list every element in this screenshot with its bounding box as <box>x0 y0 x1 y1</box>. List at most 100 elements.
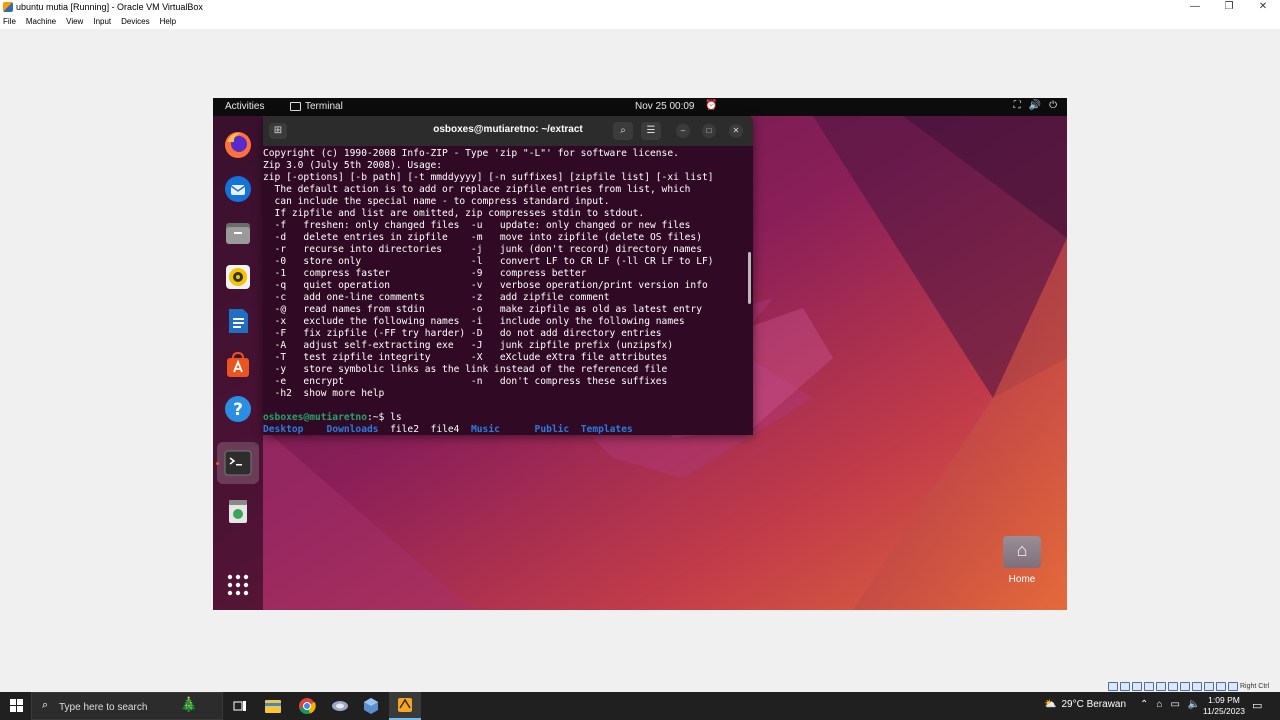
dock-thunderbird[interactable] <box>221 172 254 205</box>
ls-entry: Templates <box>580 424 633 435</box>
notification-icon[interactable]: ▭ <box>1252 699 1262 712</box>
files-icon <box>225 222 250 244</box>
display-status-icon[interactable] <box>1180 682 1190 691</box>
window-controls: — ❐ ✕ <box>1178 0 1280 15</box>
weather-text: 29°C Berawan <box>1061 699 1127 710</box>
keyboard-status-icon[interactable] <box>1228 682 1238 691</box>
menu-help[interactable]: Help <box>160 15 176 29</box>
terminal-scrollbar[interactable] <box>748 252 751 304</box>
guest-screen[interactable]: Activities Terminal Nov 25 00:09 ⏰ ⛶ 🔊 ⏻ <box>213 98 1067 610</box>
app-menu-terminal[interactable]: Terminal <box>290 101 343 112</box>
ls-output-line: Desktop Downloads file2 file4 Music Publ… <box>263 424 747 435</box>
running-indicator <box>216 462 219 465</box>
terminal-line: -A adjust self-extracting exe -J junk zi… <box>263 340 674 351</box>
minimize-button[interactable]: — <box>1178 0 1212 15</box>
ubuntu-dock: ? <box>213 116 263 610</box>
hdd-status-icon[interactable] <box>1108 682 1118 691</box>
close-button[interactable]: ✕ <box>1246 0 1280 15</box>
taskbar-clock[interactable]: 1:09 PM 11/25/2023 <box>1201 695 1247 717</box>
volume-icon: 🔊 <box>1028 100 1042 111</box>
close-button[interactable]: ✕ <box>729 124 743 138</box>
system-tray[interactable]: ⛶ 🔊 ⏻ <box>1014 100 1057 111</box>
audio-status-icon[interactable] <box>1132 682 1142 691</box>
menu-input[interactable]: Input <box>93 15 111 29</box>
recording-status-icon[interactable] <box>1192 682 1202 691</box>
menu-machine[interactable]: Machine <box>26 15 56 29</box>
ls-entry: Public <box>534 424 570 435</box>
chrome-icon <box>299 698 316 715</box>
menu-devices[interactable]: Devices <box>121 15 149 29</box>
virtualbox-vm-icon <box>398 698 412 712</box>
taskbar-weather[interactable]: ⛅ 29°C Berawan <box>1044 699 1126 710</box>
terminal-headerbar[interactable]: ⊞ osboxes@mutiaretno: ~/extract ⌕ ☰ – □ … <box>263 116 753 146</box>
search-placeholder: Type here to search <box>59 702 148 713</box>
vbox-menubar: File Machine View Input Devices Help <box>0 15 1280 29</box>
search-highlight-icon: 🎄 <box>180 696 198 712</box>
activities-button[interactable]: Activities <box>225 101 264 112</box>
dock-app-center[interactable] <box>221 348 254 381</box>
vbox-titlebar: ubuntu mutia [Running] - Oracle VM Virtu… <box>0 0 1280 15</box>
dock-writer[interactable] <box>221 304 254 337</box>
terminal-line: zip [-options] [-b path] [-t mmddyyyy] [… <box>263 172 714 183</box>
minimize-button[interactable]: – <box>676 124 690 138</box>
mouse-status-icon[interactable] <box>1216 682 1226 691</box>
optical-status-icon[interactable] <box>1120 682 1130 691</box>
chevron-up-icon[interactable]: ⌃ <box>1140 699 1148 710</box>
dock-terminal[interactable] <box>217 442 259 484</box>
taskbar-search-box[interactable]: ⌕ Type here to search 🎄 <box>31 692 223 720</box>
windows-start-button[interactable] <box>10 699 23 712</box>
task-view-button[interactable] <box>230 696 250 716</box>
dock-firefox[interactable] <box>221 128 254 161</box>
terminal-line: -h2 show more help <box>263 388 385 399</box>
dock-help[interactable]: ? <box>221 392 254 425</box>
svg-text:?: ? <box>233 400 243 420</box>
taskbar-time: 1:09 PM <box>1208 695 1240 705</box>
menu-view[interactable]: View <box>66 15 83 29</box>
prompt-symbol: $ <box>378 412 391 423</box>
maximize-button[interactable]: ❐ <box>1212 0 1246 15</box>
desktop-home-folder[interactable]: Home <box>1000 536 1044 585</box>
taskbar-system-icons[interactable]: ⌃ ⌂ ▭ 🔈 <box>1140 699 1200 710</box>
cloudy-weather-icon: ⛅ <box>1044 699 1057 710</box>
menu-file[interactable]: File <box>3 15 16 29</box>
terminal-line: -0 store only -l convert LF to CR LF (-l… <box>263 256 714 267</box>
app-icon <box>332 701 348 711</box>
top-bar-clock[interactable]: Nov 25 00:09 <box>635 101 695 112</box>
ls-entry: file4 <box>430 424 460 435</box>
taskbar-virtualbox-vm[interactable] <box>389 692 421 720</box>
home-folder-label: Home <box>1008 574 1036 585</box>
terminal-line: -e encrypt -n don't compress these suffi… <box>263 376 668 387</box>
shared-folder-status-icon[interactable] <box>1168 682 1178 691</box>
taskbar-app-visualizer[interactable] <box>330 696 350 716</box>
host-key-label: Right Ctrl <box>1240 683 1270 690</box>
ls-entry: Downloads <box>326 424 379 435</box>
taskbar-file-explorer[interactable] <box>263 696 283 716</box>
show-apps-icon <box>227 574 248 595</box>
usb-status-icon[interactable] <box>1156 682 1166 691</box>
terminal-line: -T test zipfile integrity -X eXclude eXt… <box>263 352 668 363</box>
vt-status-icon[interactable] <box>1204 682 1214 691</box>
dock-trash[interactable] <box>221 494 254 527</box>
ls-entry: file2 <box>390 424 419 435</box>
network-status-icon[interactable] <box>1144 682 1154 691</box>
windows-taskbar: ⌕ Type here to search 🎄 ⛅ 29°C Berawan ⌃… <box>0 692 1280 720</box>
taskbar-virtualbox-manager[interactable] <box>361 696 381 716</box>
terminal-line: The default action is to add or replace … <box>263 184 691 195</box>
vbox-status-bar: Right Ctrl <box>1108 681 1269 692</box>
terminal-output[interactable]: Copyright (c) 1990-2008 Info-ZIP - Type … <box>263 148 747 435</box>
dock-show-apps[interactable] <box>221 568 254 601</box>
search-button[interactable]: ⌕ <box>613 122 633 140</box>
terminal-window[interactable]: ⊞ osboxes@mutiaretno: ~/extract ⌕ ☰ – □ … <box>263 116 753 435</box>
taskbar-chrome[interactable] <box>297 696 317 716</box>
hamburger-menu-button[interactable]: ☰ <box>641 122 661 140</box>
dock-rhythmbox[interactable] <box>221 260 254 293</box>
ls-spacing <box>419 424 431 435</box>
ubuntu-top-bar: Activities Terminal Nov 25 00:09 ⏰ ⛶ 🔊 ⏻ <box>213 98 1067 116</box>
dock-files[interactable] <box>221 216 254 249</box>
window-title: ubuntu mutia [Running] - Oracle VM Virtu… <box>16 2 203 12</box>
maximize-button[interactable]: □ <box>702 124 716 138</box>
terminal-line: -f freshen: only changed files -u update… <box>263 220 691 231</box>
terminal-line: -d delete entries in zipfile -m move int… <box>263 232 702 243</box>
cube-icon <box>364 698 378 714</box>
